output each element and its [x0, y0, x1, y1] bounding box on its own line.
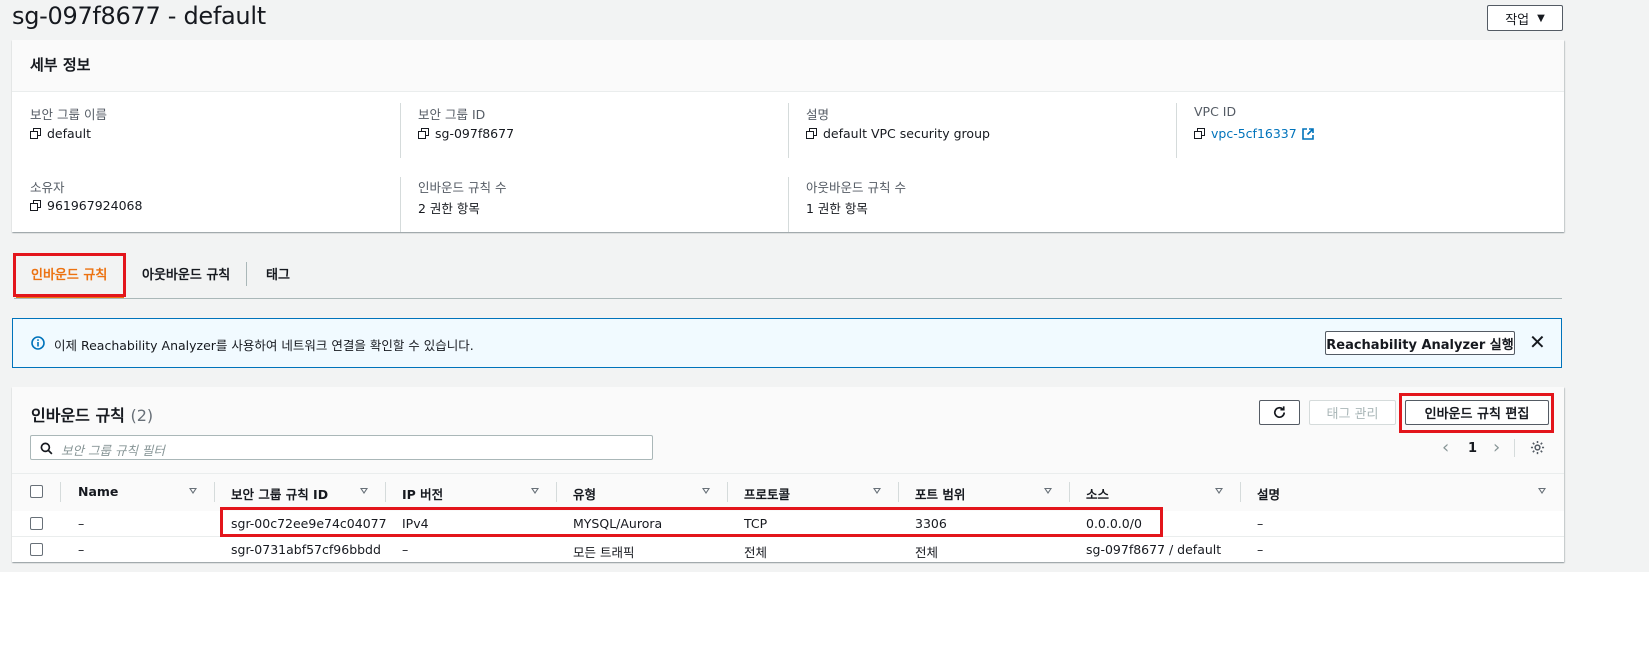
details-panel: 세부 정보 보안 그룹 이름 default 보안 그룹 ID sg-097f8…: [12, 40, 1564, 232]
cell-protocol: 전체: [744, 545, 768, 560]
highlight-inbound-tab: [13, 253, 126, 297]
select-all-checkbox[interactable]: [30, 485, 43, 498]
rules-title: 인바운드 규칙 (2): [31, 406, 154, 425]
field-value-inbound-count: 2 권한 항목: [418, 201, 480, 216]
cell-port-range: 전체: [915, 545, 939, 560]
field-label-owner: 소유자: [30, 180, 65, 195]
column-header-port-range[interactable]: 포트 범위: [915, 484, 965, 503]
field-label-sg-id: 보안 그룹 ID: [418, 107, 486, 122]
rules-count: (2): [130, 406, 154, 425]
page-title: sg-097f8677 - default: [12, 2, 266, 30]
copy-icon[interactable]: [30, 127, 42, 140]
highlight-mysql-rule: [220, 507, 1163, 537]
column-header-rule-id[interactable]: 보안 그룹 규칙 ID: [231, 484, 328, 503]
actions-button[interactable]: 작업 ▼: [1487, 5, 1563, 31]
info-icon: [31, 336, 45, 350]
sort-caret-icon[interactable]: [1215, 488, 1223, 494]
settings-gear-icon[interactable]: [1530, 440, 1545, 455]
cell-name: –: [78, 542, 85, 557]
copy-icon[interactable]: [806, 127, 818, 140]
field-label-description: 설명: [806, 107, 830, 122]
highlight-edit-button: [1399, 393, 1554, 433]
field-label-inbound-count: 인바운드 규칙 수: [418, 180, 507, 195]
search-icon: [40, 442, 53, 455]
sort-caret-icon[interactable]: [702, 488, 710, 494]
page-footer-area: [0, 572, 1649, 646]
cell-name: –: [78, 516, 85, 531]
refresh-button[interactable]: [1259, 400, 1300, 425]
external-link-icon[interactable]: [1301, 127, 1314, 140]
prev-page-icon[interactable]: ‹: [1442, 437, 1449, 458]
rules-filter-placeholder: 보안 그룹 규칙 필터: [61, 443, 165, 458]
field-label-vpc-id: VPC ID: [1194, 104, 1237, 119]
field-value-vpc-id: vpc-5cf16337: [1194, 126, 1314, 141]
cell-source: sg-097f8677 / default: [1086, 542, 1222, 557]
field-value-description: default VPC security group: [806, 126, 990, 141]
column-header-type[interactable]: 유형: [573, 484, 596, 503]
tab-outbound-rules[interactable]: 아웃바운드 규칙: [142, 264, 230, 283]
column-header-name[interactable]: Name: [78, 484, 118, 499]
sort-caret-icon[interactable]: [1538, 488, 1546, 494]
details-title: 세부 정보: [30, 56, 91, 74]
cell-ip-version: –: [402, 542, 409, 557]
cell-rule-id: sgr-0731abf57cf96bbdd: [231, 542, 381, 557]
info-banner: 이제 Reachability Analyzer를 사용하여 네트워크 연결을 …: [12, 318, 1562, 368]
column-header-description[interactable]: 설명: [1257, 484, 1280, 503]
field-value-sg-name: default: [30, 126, 91, 141]
cell-type: 모든 트래픽: [573, 545, 635, 560]
field-label-sg-name: 보안 그룹 이름: [30, 107, 107, 122]
info-banner-text: 이제 Reachability Analyzer를 사용하여 네트워크 연결을 …: [54, 338, 474, 353]
sort-caret-icon[interactable]: [873, 488, 881, 494]
actions-label: 작업: [1505, 12, 1530, 28]
cell-description: –: [1257, 516, 1264, 531]
field-value-sg-id: sg-097f8677: [418, 126, 514, 141]
cell-description: –: [1257, 542, 1264, 557]
sort-caret-icon[interactable]: [360, 488, 368, 494]
rules-filter-input[interactable]: 보안 그룹 규칙 필터: [30, 435, 653, 460]
column-header-protocol[interactable]: 프로토콜: [744, 484, 790, 503]
field-value-owner: 961967924068: [30, 198, 142, 213]
field-value-outbound-count: 1 권한 항목: [806, 201, 868, 216]
field-label-outbound-count: 아웃바운드 규칙 수: [806, 180, 906, 195]
tab-tags[interactable]: 태그: [266, 264, 290, 283]
copy-icon[interactable]: [1194, 127, 1206, 140]
copy-icon[interactable]: [30, 199, 42, 212]
sort-caret-icon[interactable]: [1044, 488, 1052, 494]
refresh-icon: [1274, 406, 1286, 418]
next-page-icon[interactable]: ›: [1493, 437, 1500, 458]
copy-icon[interactable]: [418, 127, 430, 140]
vpc-id-link[interactable]: vpc-5cf16337: [1211, 126, 1297, 141]
close-icon[interactable]: ✕: [1529, 330, 1546, 354]
reachability-analyzer-button[interactable]: Reachability Analyzer 실행: [1325, 331, 1515, 355]
sort-caret-icon[interactable]: [531, 488, 539, 494]
sort-caret-icon[interactable]: [189, 488, 197, 494]
row-checkbox[interactable]: [30, 517, 43, 530]
tabs-underline: [14, 298, 1562, 299]
details-header: 세부 정보: [12, 40, 1564, 92]
page-number[interactable]: 1: [1468, 441, 1477, 456]
column-header-ip-version[interactable]: IP 버전: [402, 484, 443, 503]
caret-down-icon: ▼: [1537, 12, 1545, 24]
row-checkbox[interactable]: [30, 543, 43, 556]
column-header-source[interactable]: 소스: [1086, 484, 1109, 503]
manage-tags-button[interactable]: 태그 관리: [1309, 400, 1396, 425]
